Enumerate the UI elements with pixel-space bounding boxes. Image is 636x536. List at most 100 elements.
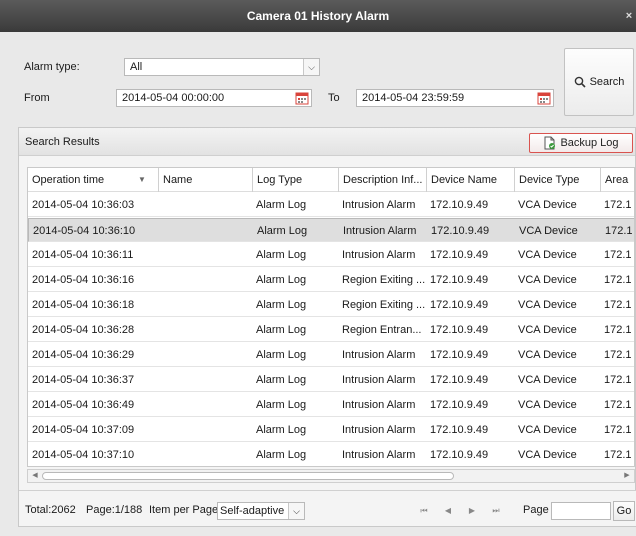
items-per-page-label: Item per Page:	[149, 504, 222, 516]
alarm-type-select[interactable]: All ⌵	[124, 58, 320, 76]
col-device-name-cell: 172.10.9.49	[431, 225, 490, 237]
col-operation-time-cell: 2014-05-04 10:36:28	[32, 324, 135, 336]
table-row[interactable]: 2014-05-04 10:36:49 Alarm Log Intrusion Al…	[28, 393, 634, 417]
col-device-name-cell: 172.10.9.49	[430, 399, 489, 411]
col-device-type-cell: VCA Device	[518, 349, 577, 361]
scrollbar-thumb[interactable]	[42, 472, 454, 480]
page-indicator: Page:1/188	[86, 504, 143, 516]
backup-log-button[interactable]: Backup Log	[529, 133, 633, 153]
alarm-type-label: Alarm type:	[24, 61, 80, 73]
col-device-type-cell: VCA Device	[518, 249, 577, 261]
col-area-cell: 172.1	[604, 374, 632, 386]
items-per-page-select[interactable]: Self-adaptive ⌵	[217, 502, 305, 520]
col-operation-time-header[interactable]: Operation time ▼	[28, 168, 154, 192]
chevron-down-icon[interactable]: ⌵	[288, 503, 304, 519]
table-row[interactable]: 2014-05-04 10:36:11 Alarm Log Intrusion Al…	[28, 243, 634, 267]
scroll-right-arrow-icon[interactable]: ▶	[621, 470, 633, 482]
col-device-type-header[interactable]: Device Type	[514, 168, 598, 192]
window-title: Camera 01 History Alarm	[246, 9, 390, 23]
col-operation-time-cell: 2014-05-04 10:36:18	[32, 299, 135, 311]
col-device-type-cell: VCA Device	[518, 324, 577, 336]
col-device-type-cell: VCA Device	[518, 199, 577, 211]
col-operation-time-cell: 2014-05-04 10:36:11	[32, 249, 134, 261]
backup-log-label: Backup Log	[560, 137, 619, 149]
col-device-type-cell: VCA Device	[518, 374, 577, 386]
col-name-cell	[162, 268, 252, 292]
col-device-name-cell: 172.10.9.49	[430, 374, 489, 386]
col-operation-time-cell: 2014-05-04 10:36:03	[32, 199, 135, 211]
results-title: Search Results	[25, 136, 100, 148]
first-page-icon[interactable]: ⏮	[417, 503, 431, 519]
col-name-header[interactable]: Name	[158, 168, 248, 192]
items-per-page-value: Self-adaptive	[220, 505, 285, 517]
col-description-header[interactable]: Description Inf...	[338, 168, 426, 192]
close-icon[interactable]: ×	[624, 0, 634, 32]
to-datetime-field[interactable]: 2014-05-04 23:59:59	[356, 89, 554, 107]
col-area-cell: 172.1	[604, 349, 632, 361]
col-description-cell: Intrusion Alarm	[342, 399, 416, 411]
col-operation-time-cell: 2014-05-04 10:36:10	[33, 225, 136, 237]
col-description-cell: Region Exiting ...	[342, 299, 426, 311]
col-log-type-cell: Alarm Log	[256, 424, 307, 436]
col-description-cell: Region Exiting ...	[342, 274, 426, 286]
calendar-icon[interactable]	[295, 91, 309, 105]
col-operation-time-cell: 2014-05-04 10:37:10	[32, 449, 135, 461]
table-row[interactable]: 2014-05-04 10:36:18 Alarm Log Region Exiti…	[28, 293, 634, 317]
table-row[interactable]: 2014-05-04 10:36:03 Alarm Log Intrusion Al…	[28, 193, 634, 217]
col-device-name-header[interactable]: Device Name	[426, 168, 512, 192]
table-row[interactable]: 2014-05-04 10:36:29 Alarm Log Intrusion Al…	[28, 343, 634, 367]
col-description-cell: Intrusion Alarm	[342, 374, 416, 386]
col-log-type-cell: Alarm Log	[256, 374, 307, 386]
search-button[interactable]: Search	[564, 48, 634, 116]
table-row[interactable]: 2014-05-04 10:36:37 Alarm Log Intrusion Al…	[28, 368, 634, 392]
col-operation-time-cell: 2014-05-04 10:36:16	[32, 274, 135, 286]
horizontal-scrollbar[interactable]: ◀ ▶	[27, 469, 635, 483]
col-log-type-cell: Alarm Log	[256, 249, 307, 261]
table-row[interactable]: 2014-05-04 10:37:10 Alarm Log Intrusion Al…	[28, 443, 634, 466]
window-titlebar: Camera 01 History Alarm ×	[0, 0, 636, 32]
to-label: To	[328, 92, 340, 104]
page-number-input[interactable]	[551, 502, 611, 520]
col-operation-time-cell: 2014-05-04 10:36:49	[32, 399, 135, 411]
col-area-cell: 172.1	[604, 399, 632, 411]
table-row[interactable]: 2014-05-04 10:36:10 Alarm Log Intrusion Al…	[28, 218, 634, 242]
col-area-cell: 172.1	[604, 324, 632, 336]
col-device-name-cell: 172.10.9.49	[430, 324, 489, 336]
sort-down-icon[interactable]: ▼	[138, 168, 146, 192]
column-header-label: Area	[605, 174, 629, 186]
results-header-bar: Search Results Backup Log	[19, 128, 635, 156]
col-operation-time-cell: 2014-05-04 10:37:09	[32, 424, 135, 436]
page-label: Page	[523, 504, 549, 516]
scroll-left-arrow-icon[interactable]: ◀	[29, 470, 41, 482]
next-page-icon[interactable]: ▶	[465, 503, 479, 519]
go-button[interactable]: Go	[613, 501, 635, 521]
col-device-type-cell: VCA Device	[518, 274, 577, 286]
col-log-type-cell: Alarm Log	[256, 299, 307, 311]
col-description-cell: Intrusion Alarm	[343, 225, 417, 237]
to-datetime-value: 2014-05-04 23:59:59	[362, 92, 465, 104]
document-save-icon	[544, 136, 556, 150]
calendar-icon[interactable]	[537, 91, 551, 105]
col-device-name-cell: 172.10.9.49	[430, 449, 489, 461]
col-area-header[interactable]: Area	[600, 168, 634, 192]
table-row[interactable]: 2014-05-04 10:36:16 Alarm Log Region Exiti…	[28, 268, 634, 292]
prev-page-icon[interactable]: ◀	[441, 503, 455, 519]
col-name-cell	[162, 318, 252, 342]
col-area-cell: 172.1	[604, 199, 632, 211]
chevron-down-icon[interactable]: ⌵	[303, 59, 319, 75]
column-header-label: Device Name	[431, 174, 498, 186]
alarm-type-value: All	[130, 61, 143, 73]
col-device-name-cell: 172.10.9.49	[430, 274, 489, 286]
table-row[interactable]: 2014-05-04 10:36:28 Alarm Log Region Entra…	[28, 318, 634, 342]
col-device-type-cell: VCA Device	[518, 399, 577, 411]
table-row[interactable]: 2014-05-04 10:37:09 Alarm Log Intrusion Al…	[28, 418, 634, 442]
filter-panel: Alarm type: All ⌵ From 2014-05-04 00:00:…	[10, 42, 636, 122]
col-description-cell: Intrusion Alarm	[342, 449, 416, 461]
col-area-cell: 172.1	[605, 225, 633, 237]
from-datetime-field[interactable]: 2014-05-04 00:00:00	[116, 89, 312, 107]
results-table: Operation time ▼ Name Log Type Description I…	[27, 167, 635, 467]
last-page-icon[interactable]: ⏭	[489, 503, 503, 519]
column-header-label: Operation time	[32, 174, 105, 186]
col-log-type-cell: Alarm Log	[256, 349, 307, 361]
col-log-type-header[interactable]: Log Type	[252, 168, 336, 192]
